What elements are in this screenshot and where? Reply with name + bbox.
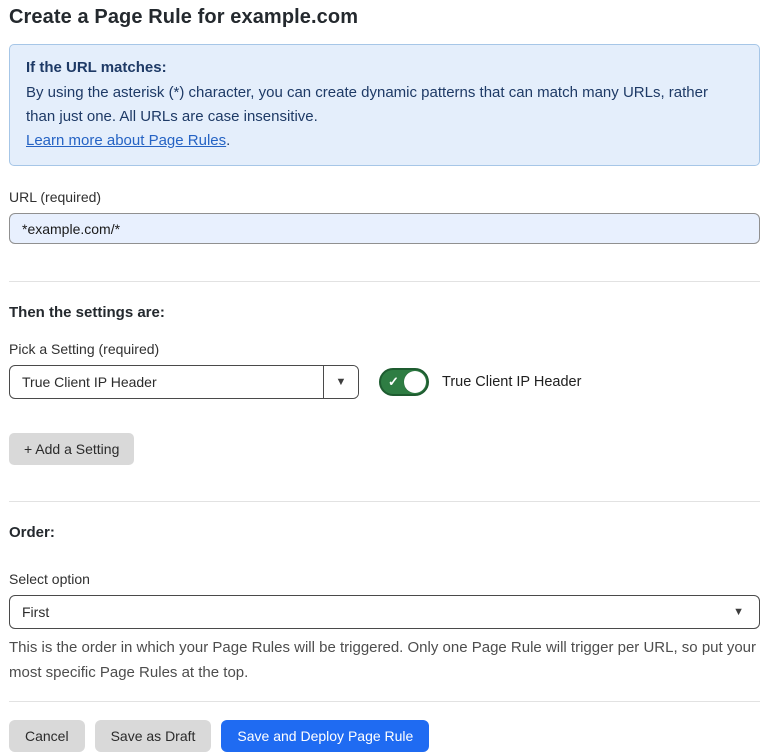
settings-section-heading: Then the settings are: <box>9 304 760 321</box>
check-icon: ✓ <box>388 374 399 390</box>
footer-buttons: Cancel Save as Draft Save and Deploy Pag… <box>9 720 760 752</box>
cancel-button[interactable]: Cancel <box>9 720 85 752</box>
setting-picker-label: Pick a Setting (required) <box>9 341 760 357</box>
order-select-label: Select option <box>9 571 760 587</box>
divider <box>9 501 760 502</box>
order-select-value: First <box>22 604 49 620</box>
save-and-deploy-button[interactable]: Save and Deploy Page Rule <box>221 720 429 752</box>
chevron-down-icon: ▼ <box>733 607 744 618</box>
info-box-body: By using the asterisk (*) character, you… <box>26 81 738 129</box>
divider <box>9 701 760 702</box>
learn-more-link[interactable]: Learn more about Page Rules <box>26 132 226 149</box>
true-client-ip-toggle[interactable]: ✓ <box>379 368 429 396</box>
setting-select-value: True Client IP Header <box>10 366 323 398</box>
order-help-text: This is the order in which your Page Rul… <box>9 635 757 685</box>
setting-row: True Client IP Header ▼ ✓ True Client IP… <box>9 365 760 399</box>
setting-select-arrow-button[interactable]: ▼ <box>323 366 358 398</box>
setting-select[interactable]: True Client IP Header ▼ <box>9 365 359 399</box>
url-match-info-box: If the URL matches: By using the asteris… <box>9 44 760 166</box>
url-field-label: URL (required) <box>9 189 760 205</box>
chevron-down-icon: ▼ <box>336 377 347 388</box>
add-setting-button[interactable]: + Add a Setting <box>9 433 134 465</box>
url-input[interactable] <box>9 213 760 244</box>
link-suffix: . <box>226 132 230 149</box>
toggle-knob <box>404 371 426 393</box>
save-as-draft-button[interactable]: Save as Draft <box>95 720 212 752</box>
toggle-label: True Client IP Header <box>442 374 581 390</box>
order-section-heading: Order: <box>9 524 760 541</box>
order-select[interactable]: First ▼ <box>9 595 760 629</box>
page-container: Create a Page Rule for example.com If th… <box>0 0 769 752</box>
info-box-heading: If the URL matches: <box>26 56 743 80</box>
page-title: Create a Page Rule for example.com <box>9 6 760 29</box>
divider <box>9 281 760 282</box>
info-box-link-line: Learn more about Page Rules. <box>26 129 743 153</box>
